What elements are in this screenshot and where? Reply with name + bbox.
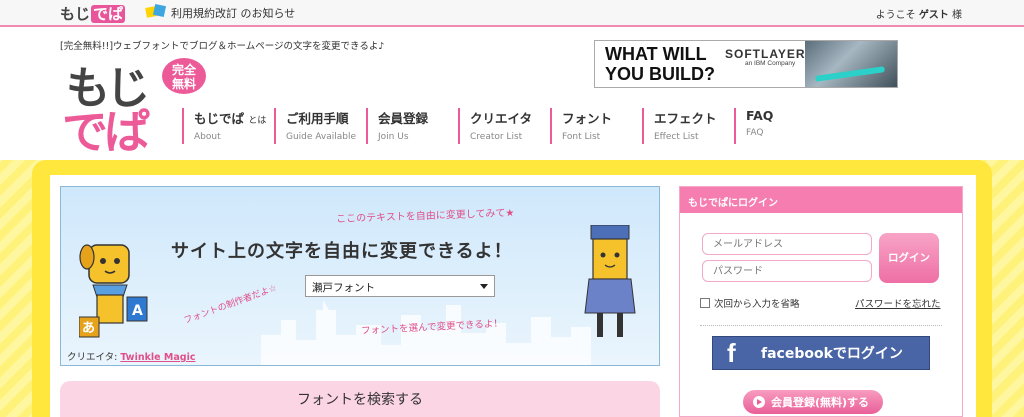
site-tagline: [完全無料!!]ウェブフォントでブログ＆ホームページの文字を変更できるよ♪	[60, 41, 385, 52]
nav-about-en: About	[194, 132, 221, 142]
facebook-login-button[interactable]: f facebookでログイン	[712, 336, 930, 370]
main-nav: もじでぱ とは About ご利用手順 Guide Available 会員登録…	[182, 108, 826, 144]
register-label: 会員登録(無料)する	[771, 396, 870, 409]
nav-fonts-label: フォント	[562, 111, 613, 126]
logo-line-2: でぱ	[62, 105, 150, 159]
free-badge-top: 完全	[171, 63, 196, 77]
nav-faq-en: FAQ	[746, 128, 764, 138]
nav-join-label: 会員登録	[378, 111, 429, 126]
nav-about-suffix: とは	[248, 116, 267, 126]
nav-creators[interactable]: クリエイタ Creator List	[458, 108, 550, 144]
nav-creators-label: クリエイタ	[470, 111, 533, 126]
nav-join[interactable]: 会員登録 Join Us	[366, 108, 458, 144]
play-icon	[753, 396, 765, 408]
hero-demo: ここのテキストを自由に変更してみて★ サイト上の文字を自由に変更できるよ！ 瀬戸…	[60, 186, 660, 366]
nav-effects-label: エフェクト	[654, 111, 717, 126]
welcome-user-name: ゲスト	[918, 10, 949, 21]
nav-fonts[interactable]: フォント Font List	[550, 108, 642, 144]
dog-tag-letter: あ	[82, 321, 95, 336]
creator-credit: クリエイタ: Twinkle Magic	[67, 349, 195, 363]
top-logo-text: もじ	[60, 5, 91, 23]
notice-text: 利用規約改訂 のお知らせ	[171, 7, 296, 20]
forgot-password-link[interactable]: パスワードを忘れた	[855, 296, 941, 310]
bag-letter: A	[132, 303, 143, 319]
ad-headline-2: YOU BUILD?	[605, 64, 715, 84]
nav-faq-label: FAQ	[746, 108, 774, 123]
login-panel: もじでぱにログイン ログイン 次回から入力を省略 パスワードを忘れた f fac…	[679, 186, 963, 417]
top-logo-text-pink: でぱ	[91, 5, 126, 23]
site-logo[interactable]: もじ でぱ 完全 無料	[62, 52, 206, 159]
login-button[interactable]: ログイン	[879, 233, 939, 283]
facebook-login-label: facebookでログイン	[761, 346, 903, 362]
welcome-suffix: 様	[952, 10, 962, 21]
ad-brand-sub: an IBM Company	[745, 60, 796, 67]
remember-label: 次回から入力を省略	[714, 299, 800, 310]
chevron-down-icon	[480, 284, 488, 289]
dog-mascot-image: A あ	[79, 244, 148, 338]
ad-headline: WHAT WILL YOU BUILD?	[605, 44, 715, 84]
divider	[700, 325, 942, 326]
nav-fonts-en: Font List	[562, 132, 601, 142]
remember-checkbox[interactable]	[700, 298, 710, 308]
hero-headline[interactable]: サイト上の文字を自由に変更できるよ！	[171, 237, 513, 263]
top-bar: もじ でぱ 利用規約改訂 のお知らせ ようこそ ゲスト 様	[0, 0, 1024, 27]
register-button[interactable]: 会員登録(無料)する	[743, 390, 883, 414]
nav-guide-label: ご利用手順	[286, 111, 349, 126]
remember-me[interactable]: 次回から入力を省略	[700, 296, 800, 310]
ad-brand: SOFTLAYER	[725, 47, 806, 61]
nav-guide-en: Guide Available	[286, 132, 357, 142]
font-select[interactable]: 瀬戸フォント	[305, 275, 495, 297]
email-field[interactable]	[702, 233, 872, 255]
ad-server-image	[805, 41, 897, 87]
font-search-panel: フォントを検索する	[60, 381, 660, 417]
nav-guide[interactable]: ご利用手順 Guide Available	[274, 108, 366, 144]
ad-banner[interactable]: WHAT WILL YOU BUILD? SOFTLAYER an IBM Co…	[594, 40, 898, 88]
login-heading: もじでぱにログイン	[680, 187, 962, 213]
free-badge-bottom: 無料	[171, 77, 196, 91]
nav-join-en: Join Us	[378, 132, 409, 142]
hero-note-top: ここのテキストを自由に変更してみて★	[335, 207, 515, 226]
facebook-icon: f	[727, 338, 736, 368]
nav-faq[interactable]: FAQ FAQ	[734, 108, 826, 144]
top-logo[interactable]: もじ でぱ	[60, 3, 126, 24]
creator-credit-label: クリエイタ:	[67, 352, 118, 363]
font-select-value: 瀬戸フォント	[312, 282, 375, 294]
nav-about-label: もじでぱ	[194, 111, 245, 126]
welcome-message: ようこそ ゲスト 様	[876, 6, 962, 21]
nav-creators-en: Creator List	[470, 132, 523, 142]
font-search-title: フォントを検索する	[297, 392, 423, 408]
ad-headline-1: WHAT WILL	[605, 44, 707, 64]
creator-link[interactable]: Twinkle Magic	[120, 352, 195, 363]
notice-icon	[145, 3, 167, 21]
notice-link[interactable]: 利用規約改訂 のお知らせ	[145, 3, 296, 21]
cube-mascot-image	[584, 225, 636, 337]
welcome-prefix: ようこそ	[875, 10, 916, 21]
free-badge: 完全 無料	[162, 58, 206, 94]
password-field[interactable]	[702, 260, 872, 282]
nav-about[interactable]: もじでぱ とは About	[182, 108, 274, 144]
nav-effects[interactable]: エフェクト Effect List	[642, 108, 734, 144]
nav-effects-en: Effect List	[654, 132, 699, 142]
